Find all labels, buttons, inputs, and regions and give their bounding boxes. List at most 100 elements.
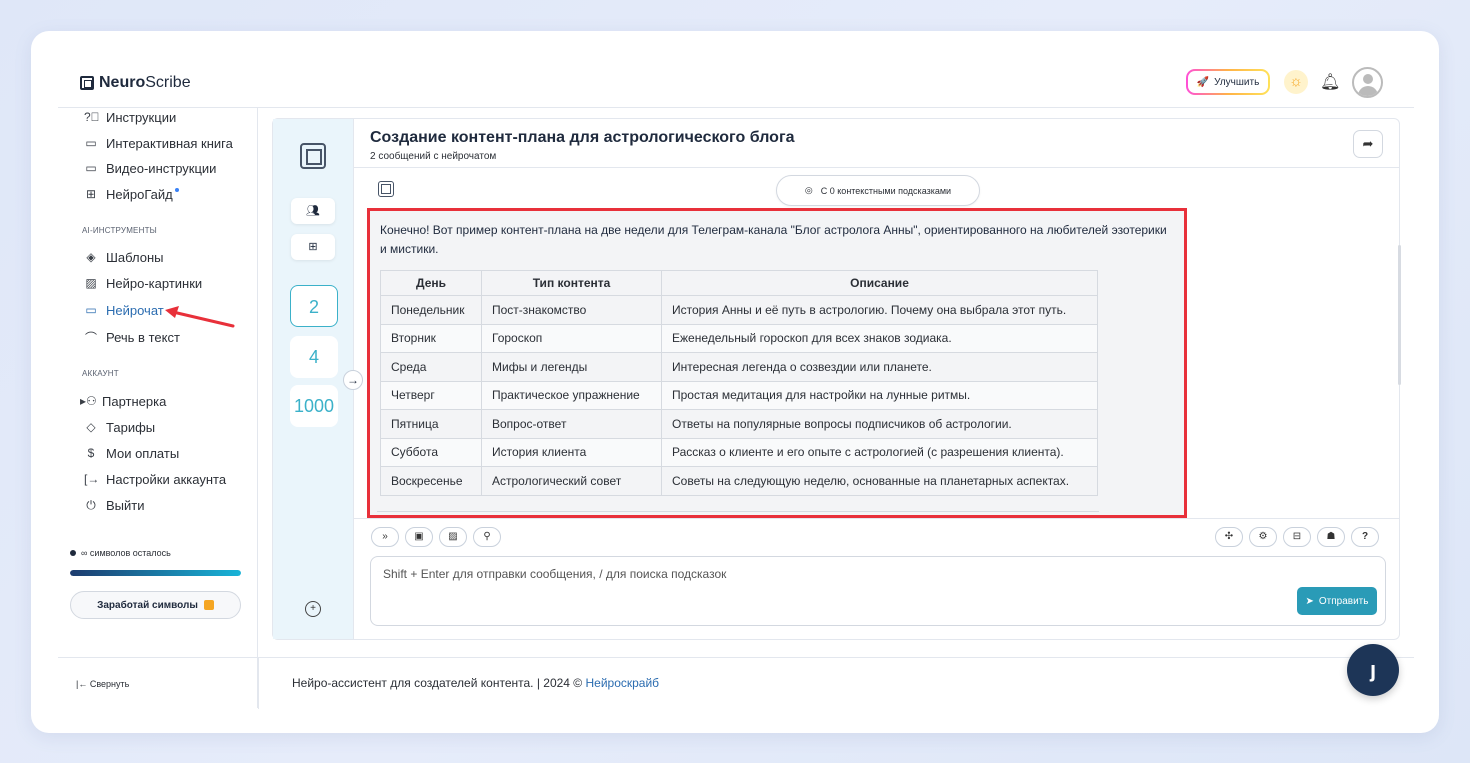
annotation-arrow-icon [165, 306, 235, 328]
send-button[interactable]: ➤ Отправить [1297, 587, 1377, 615]
table-cell: Вторник [380, 323, 482, 353]
save-icon: ▣ [414, 531, 424, 542]
table-cell: Простая медитация для настройки на лунны… [661, 380, 1098, 410]
collapse-sidebar-button[interactable]: |← Свернуть [76, 679, 129, 689]
logo-rest: Scribe [145, 74, 191, 91]
sidebar-item-video-instructions[interactable]: ▭ Видео-инструкции [84, 159, 216, 177]
sidebar: ?⃝ Инструкции ▭ Интерактивная книга ▭ Видео… [58, 108, 258, 708]
layers-icon: ◈ [86, 250, 96, 264]
add-chat-icon[interactable]: + [305, 601, 321, 617]
bot-tool-button[interactable]: ☗ [1317, 527, 1345, 547]
chevrons-down-icon: » [382, 531, 388, 542]
sidebar-item-account-settings[interactable]: [→ Настройки аккаунта [84, 470, 226, 488]
users-button[interactable]: 👥︎ [291, 198, 335, 224]
table-row: Четверг Практическое упражнение Простая ме… [380, 380, 1098, 410]
assistant-avatar-icon [378, 181, 394, 197]
table-cell: Интересная легенда о созвездии или плане… [661, 352, 1098, 382]
users-icon: 👥︎ [306, 205, 320, 217]
share-icon: ➦ [1362, 136, 1374, 151]
content-plan-table: День Тип контента Описание Понедельник По… [380, 270, 1098, 496]
chat-scrollbar[interactable] [1398, 245, 1401, 385]
table-cell: Еженедельный гороскоп для всех знаков зо… [661, 323, 1098, 353]
collapse-tool-button[interactable]: » [371, 527, 399, 547]
symbols-counter: ∞ символов осталось [70, 548, 171, 558]
rail-logo-icon [300, 143, 326, 169]
toolbar-divider [354, 518, 1400, 519]
chat-panel: 👥︎ ⊞ 2 4 1000 + → Создание контент-плана… [272, 118, 1401, 640]
sidebar-item-partner[interactable]: ▸⚇ Партнерка [80, 392, 166, 410]
question-circle-icon: ?⃝ [84, 110, 100, 124]
help-tool-button[interactable]: ? [1351, 527, 1379, 547]
table-cell: Гороскоп [481, 323, 662, 353]
users-icon: ▸⚇ [80, 394, 97, 408]
puzzle-icon: ✣ [1224, 531, 1234, 542]
table-cell: Пост-знакомство [481, 295, 662, 325]
rail-number-1000[interactable]: 1000 [290, 385, 338, 427]
sidebar-item-speech-to-text[interactable]: ⌒ Речь в текст [84, 328, 180, 346]
logo[interactable]: Neuro Scribe [80, 74, 191, 92]
sidebar-item-tariffs[interactable]: ◇ Тарифы [84, 418, 155, 436]
sidebar-item-templates[interactable]: ◈ Шаблоны [84, 248, 163, 266]
table-header-row: День Тип контента Описание [380, 270, 1098, 296]
upgrade-button[interactable]: 🚀 Улучшить [1186, 69, 1270, 95]
sidebar-item-neurochat[interactable]: ▭ Нейрочат [84, 301, 163, 319]
guide-icon: ⊞ [85, 187, 97, 201]
column-header: Тип контента [481, 270, 662, 296]
save-tool-button[interactable]: ▣ [405, 527, 433, 547]
settings-tool-button[interactable]: ⚙ [1249, 527, 1277, 547]
bell-icon[interactable]: 🔔︎ [1320, 72, 1340, 92]
image-tool-button[interactable]: ▨ [439, 527, 467, 547]
dollar-icon: $ [87, 446, 95, 460]
image-icon: ▨ [85, 276, 97, 290]
support-chat-button[interactable]: ȷ [1347, 644, 1399, 696]
rail-number-2[interactable]: 2 [290, 285, 338, 327]
expand-arrow-icon[interactable]: → [343, 370, 363, 390]
table-cell: Понедельник [380, 295, 482, 325]
table-row: Воскресенье Астрологический совет Советы н… [380, 466, 1098, 496]
puzzle-tool-button[interactable]: ✣ [1215, 527, 1243, 547]
sidebar-item-neuroguide[interactable]: ⊞ НейроГайд [84, 185, 179, 203]
headphones-icon: ⌒ [84, 330, 97, 345]
bullet-icon [70, 550, 76, 556]
header-divider [354, 167, 1400, 168]
context-hints-button[interactable]: ◎ С 0 контекстными подсказками [776, 175, 980, 206]
table-cell: Мифы и легенды [481, 352, 662, 382]
magic-tool-button[interactable]: ⚲ [473, 527, 501, 547]
power-icon: ⏻ [86, 497, 96, 512]
sidebar-item-instructions[interactable]: ?⃝ Инструкции [84, 108, 176, 126]
message-input-box: ➤Отправить [370, 556, 1386, 626]
symbols-progress-bar [70, 570, 241, 576]
sidebar-item-logout[interactable]: ⏻ Выйти [84, 496, 144, 514]
send-icon: ➤ [1305, 595, 1314, 607]
section-ai-tools: AI-ИНСТРУМЕНТЫ [82, 226, 157, 235]
table-row: Понедельник Пост-знакомство История Анны и… [380, 295, 1098, 325]
copyright-link[interactable]: Нейроскрайб [585, 676, 659, 690]
earn-symbols-button[interactable]: Заработай символы [70, 591, 241, 619]
sidebar-item-payments[interactable]: $ Мои оплаты [84, 444, 180, 462]
question-icon: ? [1361, 531, 1369, 542]
message-input[interactable] [383, 567, 1283, 607]
chat-title: Создание контент-плана для астрологическ… [370, 129, 795, 146]
robot-icon: ☗ [1326, 531, 1336, 542]
avatar[interactable] [1352, 67, 1383, 98]
theme-toggle-sun-icon[interactable]: ☼ [1284, 70, 1308, 94]
layout-tool-button[interactable]: ⊟ [1283, 527, 1311, 547]
share-button[interactable]: ➦ [1353, 130, 1383, 158]
gift-icon [203, 600, 214, 610]
chat-bubble-icon: ȷ [1369, 657, 1377, 682]
sidebar-item-neuro-images[interactable]: ▨ Нейро-картинки [84, 274, 202, 292]
footer: |← Свернуть Нейро-ассистент для создател… [58, 657, 1414, 709]
message-intro: Конечно! Вот пример контент-плана на две… [380, 223, 1167, 256]
table-row: Суббота История клиента Рассказ о клиенте … [380, 437, 1098, 467]
sidebar-item-interactive-book[interactable]: ▭ Интерактивная книга [84, 134, 233, 152]
table-cell: Советы на следующую неделю, основанные н… [661, 466, 1098, 496]
rocket-icon: 🚀 [1196, 76, 1210, 88]
table-row: Пятница Вопрос-ответ Ответы на популярные … [380, 409, 1098, 439]
video-icon: ▭ [85, 161, 97, 175]
table-cell: Пятница [380, 409, 482, 439]
grid-button[interactable]: ⊞ [291, 234, 335, 260]
rail-number-4[interactable]: 4 [290, 336, 338, 378]
brain-icon: ◎ [804, 185, 813, 195]
settings-arrow-icon: [→ [84, 472, 100, 486]
layout-icon: ⊟ [1292, 531, 1302, 542]
